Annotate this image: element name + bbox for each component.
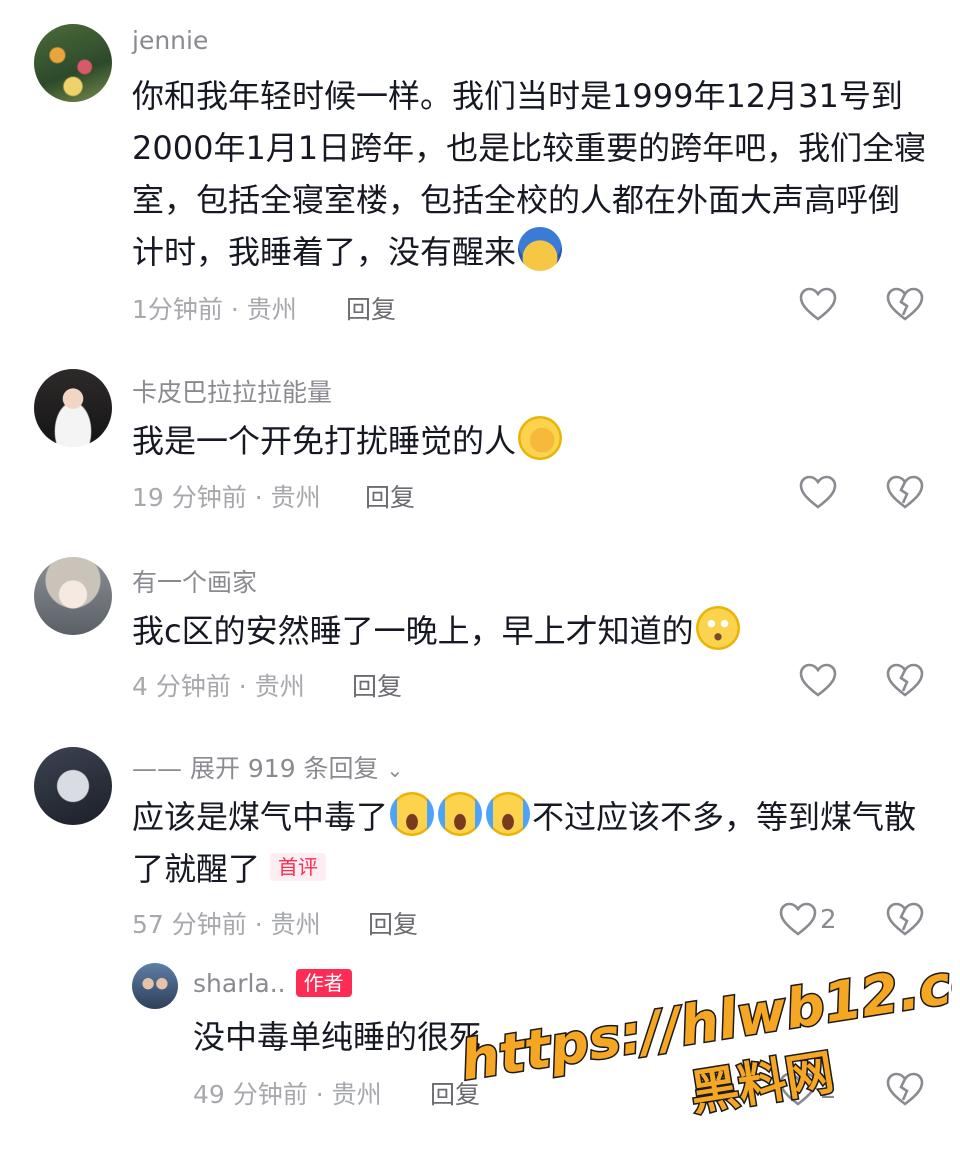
comment-item: 有一个画家 我c区的安然睡了一晚上，早上才知道的 4 分钟前 · 贵州 回复 [0,545,960,725]
comment-meta: 57 分钟前 · 贵州 [132,910,321,939]
dislike-icon[interactable] [885,900,925,940]
heart-icon[interactable] [778,900,818,940]
heart-icon[interactable] [798,661,838,701]
like-count: 2 [820,1075,837,1105]
username[interactable]: 有一个画家 [132,563,257,599]
cold-sweat-face-emoji [518,227,563,271]
avatar[interactable] [132,963,178,1009]
avatar[interactable] [34,369,112,447]
dislike-icon[interactable] [885,661,925,701]
username[interactable]: sharla.. 作者 [193,969,352,998]
expand-replies-link[interactable]: —— 展开 919 条回复 ⌄ [132,749,403,785]
comment-text: 没中毒单纯睡的很死 [193,1018,482,1056]
heart-icon[interactable] [798,473,838,513]
reply-button[interactable]: 回复 [352,667,402,703]
reply-button[interactable]: 回复 [365,478,415,514]
avatar[interactable] [34,557,112,635]
heart-icon[interactable] [798,285,838,325]
dislike-icon[interactable] [885,285,925,325]
comment-text: 我是一个开免打扰睡觉的人 [132,415,932,467]
heart-icon[interactable] [778,1070,818,1110]
dislike-icon[interactable] [885,1070,925,1110]
comment-item: —— 展开 919 条回复 ⌄ 应该是煤气中毒了 不过应该不多，等到煤气散 了就醒… [0,735,960,955]
comment-meta: 49 分钟前 · 贵州 [193,1080,382,1109]
loudly-crying-face-emoji [390,792,435,836]
reply-button[interactable]: 回复 [368,905,418,941]
comment-text: 应该是煤气中毒了 不过应该不多，等到煤气散 了就醒了 首评 [132,791,932,895]
astonished-face-emoji [695,606,740,650]
comment-meta: 19 分钟前 · 贵州 [132,483,321,512]
reply-item: sharla.. 作者 没中毒单纯睡的很死 49 分钟前 · 贵州 回复 2 [0,955,960,1151]
avatar[interactable] [34,747,112,825]
first-comment-badge: 首评 [270,853,327,881]
comment-text: 你和我年轻时候一样。我们当时是1999年12月31号到 2000年1月1日跨年，… [132,77,927,271]
reply-button[interactable]: 回复 [430,1075,480,1111]
username[interactable]: jennie [132,26,208,55]
username[interactable]: 卡皮巴拉拉拉能量 [132,373,332,409]
loudly-crying-face-emoji [486,792,531,836]
dislike-icon[interactable] [885,473,925,513]
comment-item: 卡皮巴拉拉拉能量 我是一个开免打扰睡觉的人 19 分钟前 · 贵州 回复 [0,355,960,535]
loudly-crying-face-emoji [438,792,483,836]
chevron-down-icon: ⌄ [386,758,404,782]
comment-text: 我c区的安然睡了一晚上，早上才知道的 [132,605,932,657]
reply-button[interactable]: 回复 [346,290,396,326]
comment-meta: 1分钟前 · 贵州 [132,295,297,324]
like-count: 2 [820,905,837,935]
avatar[interactable] [34,24,112,102]
comment-item: jennie 你和我年轻时候一样。我们当时是1999年12月31号到 2000年… [0,0,960,340]
author-badge: 作者 [295,969,352,997]
face-palm-emoji [518,416,563,460]
comment-meta: 4 分钟前 · 贵州 [132,672,305,701]
